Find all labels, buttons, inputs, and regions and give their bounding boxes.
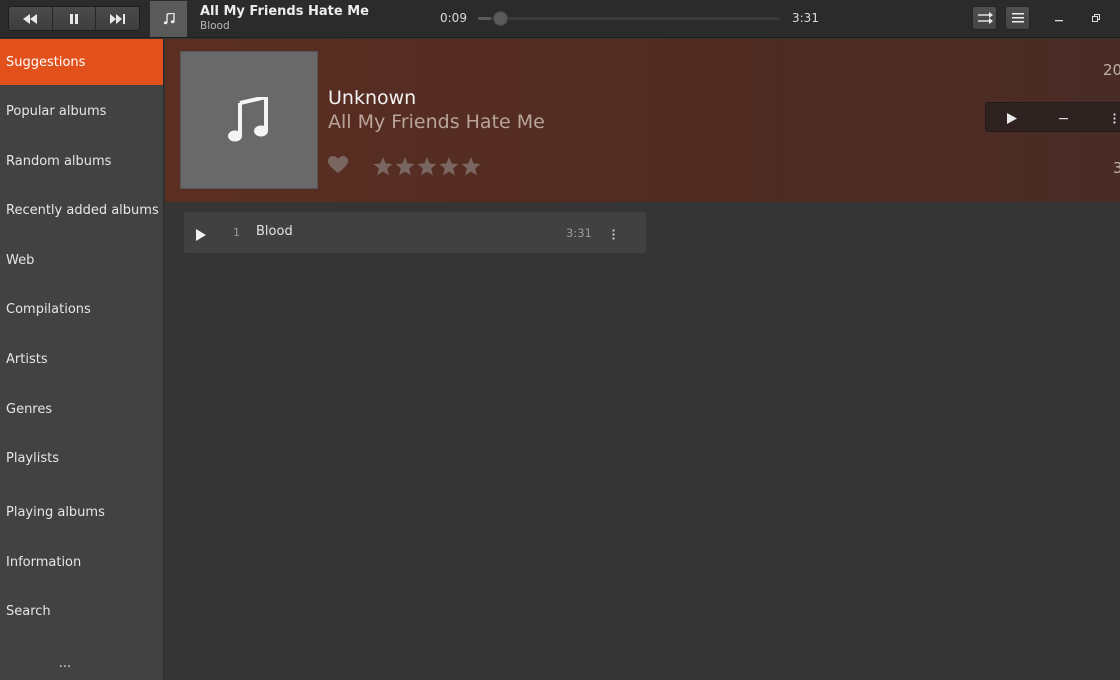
sidebar-item-random-albums[interactable]: Random albums [0, 138, 163, 184]
rating-stars[interactable] [373, 157, 481, 176]
sidebar-item-web[interactable]: Web [0, 237, 163, 283]
album-title[interactable]: All My Friends Hate Me [328, 111, 545, 133]
now-playing-title: All My Friends Hate Me [200, 4, 369, 19]
track-number: 1 [233, 226, 240, 239]
shuffle-button[interactable] [972, 6, 997, 30]
playback-controls [8, 6, 140, 31]
hamburger-menu-icon [1011, 13, 1024, 23]
sidebar-item-artists[interactable]: Artists [0, 336, 163, 382]
pause-button[interactable] [52, 7, 97, 30]
star-icon[interactable] [373, 157, 393, 176]
more-vertical-icon [612, 229, 615, 240]
album-more-button[interactable] [1094, 103, 1120, 133]
sidebar-item-recently-added-albums[interactable]: Recently added albums [0, 187, 163, 233]
album-play-button[interactable] [992, 103, 1032, 133]
sidebar-item-search[interactable]: Search [0, 588, 163, 634]
track-more-button[interactable] [612, 225, 615, 244]
sidebar-item-popular-albums[interactable]: Popular albums [0, 88, 163, 134]
previous-button[interactable] [9, 7, 53, 30]
more-vertical-icon [1112, 112, 1116, 124]
seek-slider[interactable] [478, 11, 780, 26]
main-menu-button[interactable] [1005, 6, 1030, 30]
time-total: 3:31 [792, 11, 819, 25]
header-bar: All My Friends Hate Me Blood 0:09 3:31 [0, 0, 1120, 38]
now-playing-cover-button[interactable] [150, 1, 187, 37]
minimize-icon [1055, 20, 1063, 22]
track-row[interactable]: 1 Blood 3:31 [184, 212, 646, 253]
sidebar-item-information[interactable]: Information [0, 539, 163, 585]
heart-icon [328, 156, 348, 173]
album-cover[interactable] [180, 51, 318, 189]
sidebar-item-genres[interactable]: Genres [0, 386, 163, 432]
restore-button[interactable] [1088, 10, 1104, 26]
shuffle-icon [977, 12, 993, 24]
minimize-button[interactable] [1051, 10, 1067, 26]
time-elapsed: 0:09 [440, 11, 467, 25]
star-icon[interactable] [461, 157, 481, 176]
music-note-icon [163, 13, 175, 25]
now-playing-subtitle: Blood [200, 20, 230, 32]
album-banner: Unknown All My Friends Hate Me 20 3 [165, 39, 1120, 202]
track-play-button[interactable] [196, 226, 206, 245]
play-icon [1007, 112, 1017, 124]
track-duration: 3:31 [566, 226, 592, 240]
album-artist[interactable]: Unknown [328, 87, 416, 109]
next-button[interactable] [96, 7, 139, 30]
minus-icon [1058, 117, 1068, 119]
track-title: Blood [256, 224, 293, 239]
sidebar-item-suggestions[interactable]: Suggestions [0, 39, 163, 85]
love-button[interactable] [328, 156, 348, 178]
album-year: 20 [1103, 61, 1120, 79]
star-icon[interactable] [439, 157, 459, 176]
sidebar-more-button[interactable]: ... [0, 656, 130, 671]
star-icon[interactable] [395, 157, 415, 176]
restore-icon [1092, 14, 1100, 22]
seek-handle[interactable] [493, 11, 508, 26]
album-controls [985, 102, 1120, 132]
album-duration: 3 [1113, 159, 1120, 177]
star-icon[interactable] [417, 157, 437, 176]
sidebar-item-playlists[interactable]: Playlists [0, 435, 163, 481]
album-remove-button[interactable] [1043, 103, 1083, 133]
next-icon [109, 13, 125, 24]
pause-icon [70, 13, 78, 24]
seek-progress [478, 17, 491, 20]
music-note-icon [228, 97, 268, 142]
previous-icon [23, 13, 38, 24]
sidebar-item-playing-albums[interactable]: Playing albums [0, 489, 163, 535]
sidebar: Suggestions Popular albums Random albums… [0, 39, 164, 680]
play-icon [196, 229, 206, 241]
sidebar-item-compilations[interactable]: Compilations [0, 286, 163, 332]
